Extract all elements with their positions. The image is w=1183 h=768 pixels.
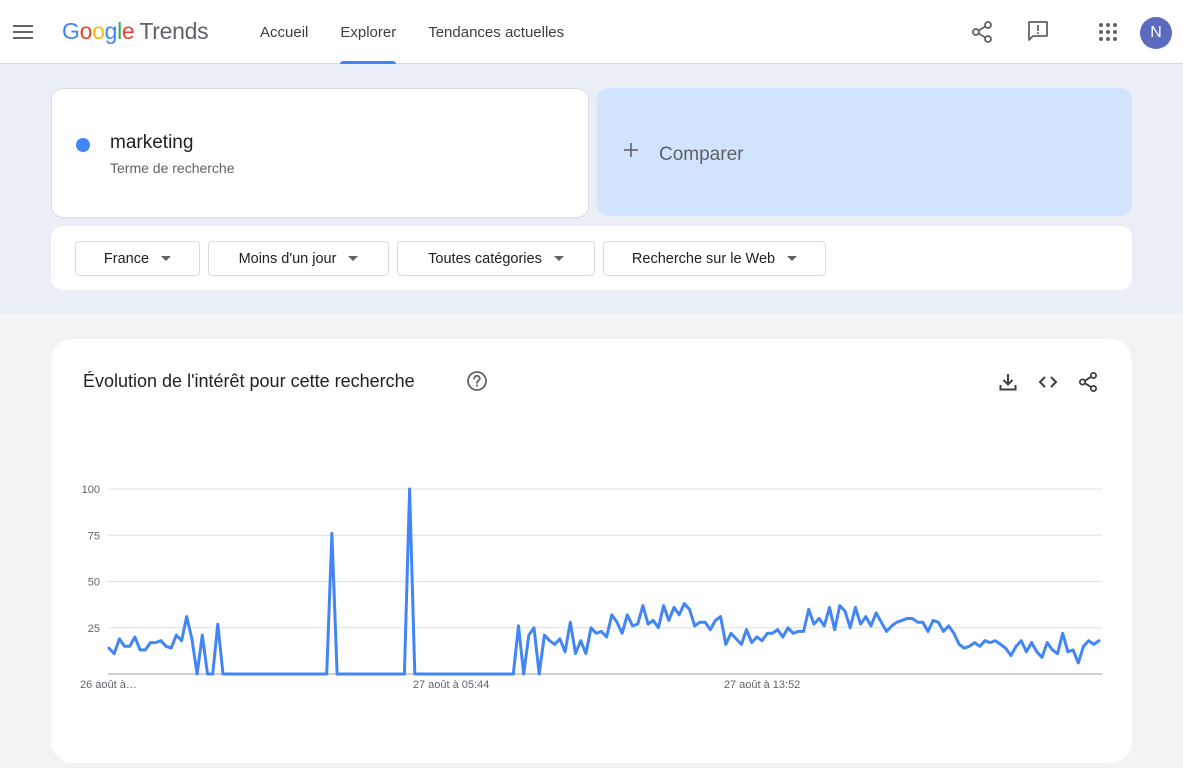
- category-select-label: Toutes catégories: [428, 250, 542, 267]
- interest-line-chart[interactable]: 25 50 75 100 26 août à… 27 août à 05:44 27 aoû…: [51, 339, 1132, 763]
- region-select[interactable]: France: [75, 241, 200, 276]
- nav-tab-0[interactable]: Accueil: [244, 0, 324, 64]
- main-nav: Accueil Explorer Tendances actuelles: [244, 0, 580, 64]
- term-color-dot: [76, 138, 90, 152]
- caret-down-icon: [553, 256, 564, 261]
- search-term-card[interactable]: marketing Terme de recherche: [51, 88, 589, 218]
- google-trends-logo[interactable]: Google Trends: [62, 18, 209, 45]
- y-tick-label: 75: [88, 530, 100, 542]
- caret-down-icon: [161, 256, 172, 261]
- search-term[interactable]: marketing: [110, 132, 193, 154]
- menu-icon[interactable]: [12, 22, 34, 42]
- period-select-label: Moins d'un jour: [238, 250, 337, 267]
- filter-bar: France Moins d'un jour Toutes catégories…: [51, 226, 1132, 290]
- apps-icon[interactable]: [1096, 20, 1120, 44]
- logo-letter: e: [121, 18, 135, 44]
- logo-trends-text: Trends: [139, 18, 209, 44]
- search-type-select[interactable]: Recherche sur le Web: [603, 241, 826, 276]
- y-tick-label: 25: [88, 623, 100, 635]
- feedback-icon[interactable]: [1026, 19, 1050, 43]
- logo-letter: o: [79, 18, 93, 44]
- caret-down-icon: [348, 256, 359, 261]
- x-tick-label: 27 août à 13:52: [724, 679, 800, 691]
- search-type-select-label: Recherche sur le Web: [631, 250, 776, 267]
- share-icon[interactable]: [970, 20, 994, 44]
- y-tick-label: 50: [88, 577, 100, 589]
- search-term-type: Terme de recherche: [110, 160, 235, 176]
- nav-tab-1[interactable]: Explorer: [324, 0, 412, 64]
- account-avatar[interactable]: N: [1140, 17, 1172, 49]
- interest-over-time-card: Évolution de l'intérêt pour cette recher…: [51, 339, 1132, 763]
- category-select[interactable]: Toutes catégories: [397, 241, 595, 276]
- plus-icon: [624, 143, 638, 157]
- region-select-label: France: [103, 250, 150, 267]
- compare-label: Comparer: [659, 144, 744, 165]
- compare-button[interactable]: Comparer: [597, 88, 1132, 216]
- logo-letter: o: [92, 18, 105, 44]
- logo-letter: g: [104, 18, 118, 44]
- caret-down-icon: [787, 256, 798, 261]
- top-app-bar: Google Trends Accueil Explorer Tendances ac…: [0, 0, 1183, 64]
- y-tick-label: 100: [82, 484, 100, 496]
- x-tick-label: 26 août à…: [80, 679, 137, 691]
- x-tick-label: 27 août à 05:44: [413, 679, 489, 691]
- period-select[interactable]: Moins d'un jour: [208, 241, 389, 276]
- logo-letter: G: [62, 18, 80, 44]
- nav-tab-2[interactable]: Tendances actuelles: [412, 0, 580, 64]
